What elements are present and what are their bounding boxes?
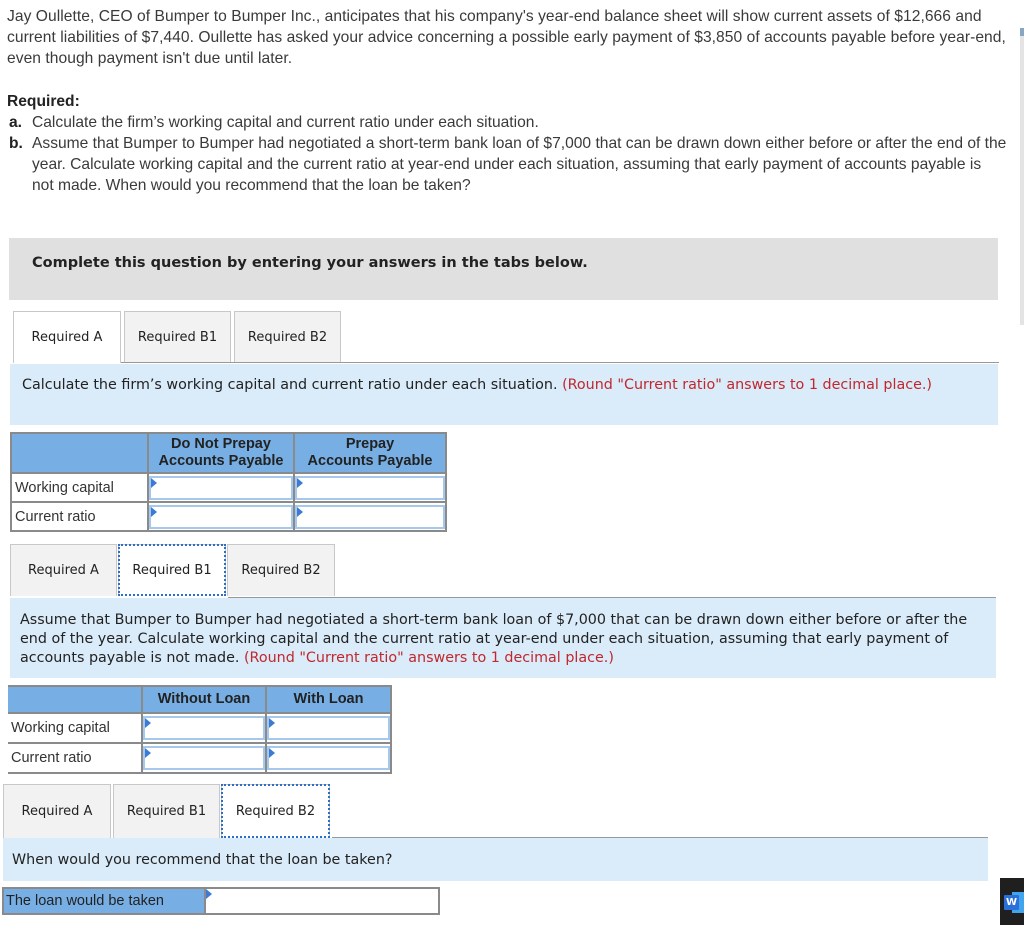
text-input[interactable]: [206, 889, 438, 913]
input-cell: [147, 472, 295, 503]
tab-bar-b2: Required A Required B1 Required B2: [3, 784, 333, 838]
table-row: Current ratio: [8, 742, 392, 774]
tab-required-a[interactable]: Required A: [13, 311, 121, 363]
input-marker-icon: [151, 506, 157, 517]
word-letter: W: [1004, 895, 1019, 910]
table-row: Working capital: [10, 472, 447, 503]
current-ratio-prepay-input[interactable]: [295, 504, 445, 529]
row-label: Working capital: [10, 472, 149, 503]
row-label: Current ratio: [10, 501, 149, 532]
column-header-with-loan: With Loan: [265, 685, 392, 714]
input-marker-icon: [145, 718, 151, 728]
tab-bar-a: Required A Required B1 Required B2: [13, 311, 344, 363]
working-capital-without-loan-input[interactable]: [143, 716, 265, 740]
required-title: Required:: [7, 93, 80, 110]
column-header-do-not-prepay: Do Not Prepay Accounts Payable: [147, 432, 295, 474]
input-cell: [141, 742, 267, 774]
row-label: Working capital: [8, 712, 143, 744]
input-marker-icon: [151, 477, 157, 488]
tab-required-b2[interactable]: Required B2: [234, 311, 341, 363]
text-input[interactable]: [151, 506, 291, 527]
text-input[interactable]: [297, 477, 443, 498]
row-label: Current ratio: [8, 742, 143, 774]
scrollbar-thumb[interactable]: [1020, 28, 1024, 36]
tab-required-b1[interactable]: Required B1: [118, 544, 226, 596]
text-input[interactable]: [297, 506, 443, 527]
scrollbar-track[interactable]: [1020, 30, 1024, 325]
tab-bar-b1: Required A Required B1 Required B2: [10, 544, 338, 596]
loan-timing-field[interactable]: [206, 889, 438, 913]
loan-timing-row: The loan would be taken: [2, 887, 440, 915]
banner-text: Complete this question by entering your …: [32, 255, 588, 271]
tab-required-b1[interactable]: Required B1: [124, 311, 231, 363]
current-ratio-without-loan-input[interactable]: [143, 746, 265, 770]
word-icon[interactable]: W: [1000, 878, 1024, 925]
instruction-b2: When would you recommend that the loan b…: [3, 838, 988, 881]
text-input[interactable]: [145, 748, 263, 768]
current-ratio-do-not-prepay-input[interactable]: [149, 504, 293, 529]
column-header-without-loan: Without Loan: [141, 685, 267, 714]
answer-table-a: Do Not Prepay Accounts Payable Prepay Ac…: [10, 432, 447, 532]
instructions-banner: Complete this question by entering your …: [9, 238, 998, 300]
rounding-note: (Round "Current ratio" answers to 1 deci…: [562, 377, 932, 393]
tab-required-a[interactable]: Required A: [3, 784, 111, 838]
header-line: Accounts Payable: [158, 453, 284, 469]
input-marker-icon: [145, 748, 151, 758]
loan-timing-input[interactable]: [204, 887, 440, 915]
instruction-text: Calculate the firm’s working capital and…: [22, 377, 558, 393]
header-line: Prepay: [345, 436, 395, 452]
table-row: Working capital: [8, 712, 392, 744]
current-ratio-with-loan-input[interactable]: [267, 746, 390, 770]
table-row: Current ratio: [10, 501, 447, 532]
required-item-b: b. Assume that Bumper to Bumper had nego…: [7, 133, 1007, 196]
working-capital-with-loan-input[interactable]: [267, 716, 390, 740]
answer-table-b1: Without Loan With Loan Working capital C…: [8, 685, 392, 774]
input-marker-icon: [269, 748, 275, 758]
instruction-a: Calculate the firm’s working capital and…: [10, 364, 998, 425]
input-marker-icon: [297, 506, 303, 517]
required-item-text: Calculate the firm’s working capital and…: [32, 114, 539, 131]
input-cell: [141, 712, 267, 744]
table-header-blank: [8, 685, 143, 714]
working-capital-prepay-input[interactable]: [295, 475, 445, 500]
text-input[interactable]: [269, 748, 388, 768]
input-cell: [265, 742, 392, 774]
input-cell: [147, 501, 295, 532]
tab-divider: [121, 362, 999, 363]
required-item-letter: a.: [9, 114, 23, 131]
table-header-blank: [10, 432, 149, 474]
required-item-a: a. Calculate the firm’s working capital …: [7, 112, 1007, 133]
tab-required-a[interactable]: Required A: [10, 544, 117, 596]
column-header-prepay: Prepay Accounts Payable: [293, 432, 447, 474]
loan-timing-label: The loan would be taken: [2, 887, 204, 915]
required-item-letter: b.: [9, 135, 23, 152]
header-line: Do Not Prepay: [171, 436, 271, 452]
text-input[interactable]: [151, 477, 291, 498]
instruction-text: When would you recommend that the loan b…: [12, 852, 393, 868]
tab-required-b2[interactable]: Required B2: [227, 544, 335, 596]
input-marker-icon: [269, 718, 275, 728]
required-item-text: Assume that Bumper to Bumper had negotia…: [32, 135, 1007, 194]
tab-required-b1[interactable]: Required B1: [113, 784, 220, 838]
text-input[interactable]: [269, 718, 388, 738]
problem-statement: Jay Oullette, CEO of Bumper to Bumper In…: [7, 8, 1006, 67]
header-line: Accounts Payable: [307, 453, 433, 469]
input-cell: [265, 712, 392, 744]
working-capital-do-not-prepay-input[interactable]: [149, 475, 293, 500]
input-cell: [293, 472, 447, 503]
input-marker-icon: [206, 889, 212, 899]
input-cell: [293, 501, 447, 532]
text-input[interactable]: [145, 718, 263, 738]
required-section: Required: a. Calculate the firm’s workin…: [7, 91, 1007, 196]
tab-required-b2[interactable]: Required B2: [221, 784, 330, 838]
instruction-b1: Assume that Bumper to Bumper had negotia…: [10, 598, 996, 678]
input-marker-icon: [297, 477, 303, 488]
rounding-note: (Round "Current ratio" answers to 1 deci…: [243, 650, 614, 666]
